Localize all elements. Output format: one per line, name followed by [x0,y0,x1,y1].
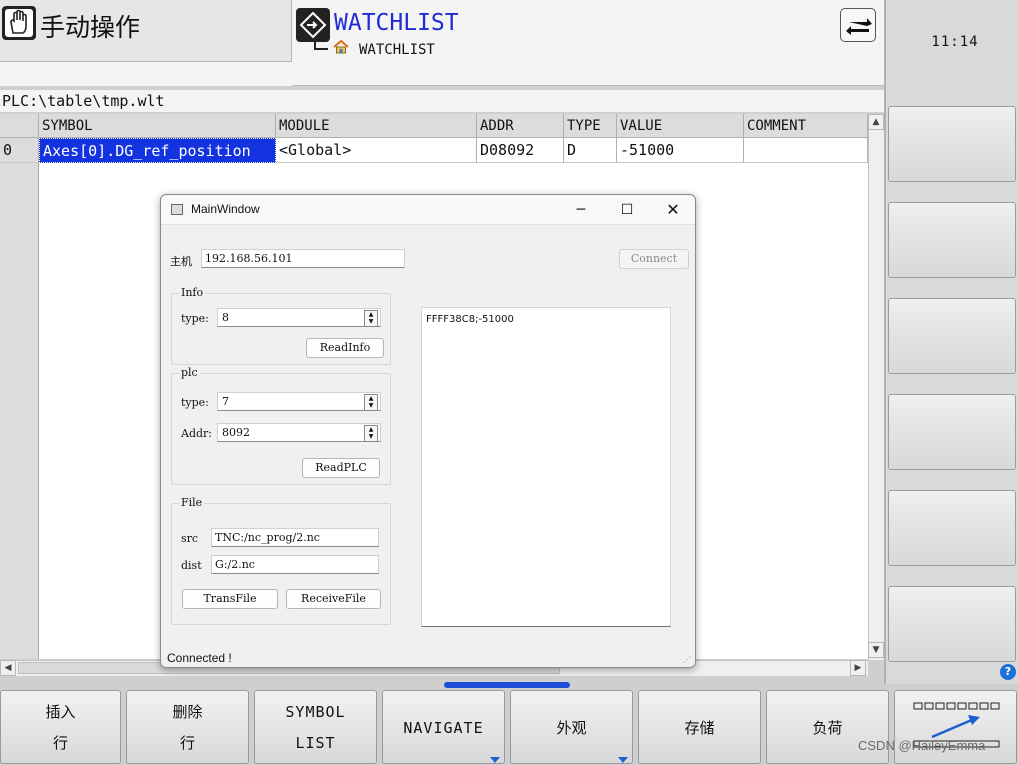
swap-arrows-icon [846,18,872,35]
scroll-up-icon[interactable]: ▲ [868,114,884,130]
softkey-page-indicator [444,682,570,688]
plc-addr-spinbox[interactable]: 8092 ▲ ▼ [217,423,381,442]
cell-value[interactable]: -51000 [617,138,744,163]
info-group-title: Info [179,286,206,299]
softkey-insert-row[interactable]: 插入 行 [0,690,121,764]
spin-arrows-icon[interactable]: ▲ ▼ [364,310,378,327]
softkey-label: 负荷 [812,719,843,737]
dialog-title: MainWindow [191,202,260,216]
softkey-symbol-list[interactable]: SYMBOL LIST [254,690,377,764]
vertical-softkey-4[interactable] [888,394,1016,470]
softkey-label: 行 [179,734,195,752]
column-header-symbol[interactable]: SYMBOL [39,114,276,138]
column-header-comment[interactable]: COMMENT [744,114,868,138]
column-header-value[interactable]: VALUE [617,114,744,138]
output-text: FFFF38C8;-51000 [426,314,514,325]
dist-label: dist [181,559,202,572]
watermark: CSDN @HaileyEmma [858,738,986,753]
row-header-column [0,114,39,659]
corner-header [0,114,39,138]
vertical-softkey-6[interactable] [888,586,1016,662]
softkey-delete-row[interactable]: 删除 行 [126,690,249,764]
tree-connector [314,38,328,50]
softkey-appearance[interactable]: 外观 [510,690,633,764]
plc-type-value: 7 [222,395,229,408]
mode-title: 手动操作 [40,13,141,42]
info-type-value: 8 [222,311,229,324]
scroll-down-icon[interactable]: ▼ [868,642,884,658]
read-plc-button[interactable]: ReadPLC [302,458,380,478]
file-group-title: File [179,496,205,509]
header-spacer [0,62,292,86]
softkey-label: LIST [295,734,336,752]
softkey-save[interactable]: 存储 [638,690,761,764]
vertical-softkey-2[interactable] [888,202,1016,278]
column-header-type[interactable]: TYPE [564,114,617,138]
swap-windows-button[interactable] [840,8,876,42]
softkey-label: 外观 [556,719,587,737]
cell-type[interactable]: D [564,138,617,163]
home-icon [333,39,349,54]
app-title: WATCHLIST [334,10,459,36]
vertical-softkey-5[interactable] [888,490,1016,566]
plc-type-spinbox[interactable]: 7 ▲ ▼ [217,392,381,411]
row-index[interactable]: 0 [0,138,39,163]
manual-mode-icon [2,6,36,40]
submenu-marker-icon [618,757,628,763]
maximize-icon[interactable]: ☐ [613,199,641,221]
main-window-dialog: MainWindow ─ ☐ ✕ 主机 192.168.56.101 Conne… [160,194,696,668]
spin-arrows-icon[interactable]: ▲ ▼ [364,425,378,442]
vertical-softkey-3[interactable] [888,298,1016,374]
plc-type-label: type: [181,396,209,409]
softkey-label: 删除 [172,703,203,721]
close-icon[interactable]: ✕ [659,199,687,221]
file-path: PLC:\table\tmp.wlt [0,90,884,112]
softkey-label: NAVIGATE [403,719,484,737]
table-vertical-scrollbar[interactable] [868,114,884,660]
help-icon[interactable]: ? [1000,664,1016,680]
plc-addr-label: Addr: [181,427,212,440]
plc-addr-value: 8092 [222,426,250,439]
resize-grip-icon[interactable]: ⋰ [683,655,691,664]
info-type-label: type: [181,312,209,325]
softkey-label: SYMBOL [285,703,346,721]
connect-button[interactable]: Connect [619,249,689,269]
cell-module[interactable]: <Global> [276,138,477,163]
submenu-marker-icon [490,757,500,763]
status-bar-text: Connected ! [167,651,232,665]
app-subtitle: WATCHLIST [359,42,435,58]
softkey-label: 插入 [45,703,76,721]
cell-addr[interactable]: D08092 [477,138,564,163]
read-info-button[interactable]: ReadInfo [306,338,384,358]
dist-input[interactable]: G:/2.nc [211,555,379,574]
cell-symbol[interactable]: Axes[0].DG_ref_position [39,138,276,163]
output-textbox[interactable]: FFFF38C8;-51000 [421,307,671,627]
scroll-right-icon[interactable]: ▶ [850,660,866,676]
column-header-module[interactable]: MODULE [276,114,477,138]
clock: 11:14 [931,34,979,50]
column-header-addr[interactable]: ADDR [477,114,564,138]
info-type-spinbox[interactable]: 8 ▲ ▼ [217,308,381,327]
scroll-left-icon[interactable]: ◀ [0,660,16,676]
trans-file-button[interactable]: TransFile [182,589,278,609]
src-label: src [181,532,199,545]
softkey-label: 行 [52,734,68,752]
minimize-icon[interactable]: ─ [567,199,595,221]
spin-arrows-icon[interactable]: ▲ ▼ [364,394,378,411]
window-app-icon [171,204,183,215]
host-label: 主机 [170,255,192,268]
softkey-label: 存储 [684,719,715,737]
receive-file-button[interactable]: ReceiveFile [286,589,381,609]
host-input[interactable]: 192.168.56.101 [201,249,405,268]
src-input[interactable]: TNC:/nc_prog/2.nc [211,528,379,547]
softkey-navigate[interactable]: NAVIGATE [382,690,505,764]
plc-group-title: plc [179,366,200,379]
vertical-softkey-1[interactable] [888,106,1016,182]
cell-comment[interactable] [744,138,868,163]
watchlist-diamond-icon [296,8,330,42]
